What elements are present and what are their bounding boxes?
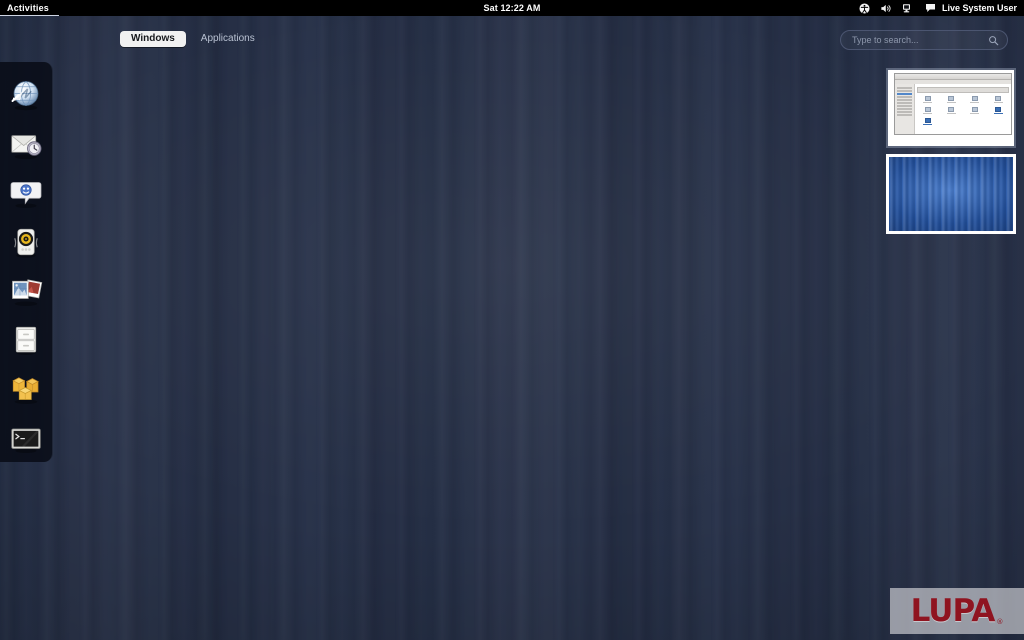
web-browser-icon: [11, 80, 39, 110]
chat-bubble-icon: [10, 181, 42, 208]
dash-item-terminal[interactable]: [4, 413, 48, 462]
user-menu-button[interactable]: Live System User: [925, 2, 1017, 14]
dash-item-file-manager[interactable]: [4, 315, 48, 364]
mini-window-body: [895, 84, 1011, 134]
clock-button[interactable]: Sat 12:22 AM: [484, 3, 541, 13]
dash: [0, 62, 53, 462]
photo-manager-icon: [12, 278, 43, 306]
search-icon: [988, 35, 999, 46]
mini-window-pathbar: [917, 87, 1009, 93]
activities-label: Activities: [7, 2, 50, 13]
mini-window-content: [915, 84, 1011, 134]
tab-applications[interactable]: Applications: [190, 31, 266, 47]
dash-item-photo-manager[interactable]: [4, 266, 48, 315]
workspace-thumbnails: [886, 68, 1020, 234]
package-manager-icon: [12, 376, 39, 404]
overview-background: [0, 16, 1024, 640]
search-input[interactable]: Type to search...: [840, 30, 1008, 50]
volume-icon[interactable]: [880, 2, 892, 14]
workspace-2-background: [889, 157, 1013, 231]
accessibility-icon[interactable]: [859, 2, 871, 14]
dash-item-music-player[interactable]: [4, 217, 48, 266]
workspace-thumbnail-2[interactable]: [886, 154, 1016, 234]
terminal-icon: [11, 428, 41, 453]
watermark-registered-mark: ®: [996, 618, 1004, 626]
user-name-label: Live System User: [941, 3, 1017, 13]
search-placeholder: Type to search...: [852, 34, 919, 45]
watermark-text: LUPA: [910, 592, 996, 629]
chat-icon: [925, 2, 937, 14]
gnome-shell-overview: Activities Sat 12:22 AM Live System User…: [0, 0, 1024, 640]
view-selector: Windows Applications: [120, 31, 266, 47]
lupa-watermark: LUPA ®: [890, 588, 1024, 634]
file-manager-icon: [15, 326, 37, 355]
dash-item-instant-messenger[interactable]: [4, 168, 48, 217]
activities-button[interactable]: Activities: [0, 0, 60, 16]
top-panel: Activities Sat 12:22 AM Live System User: [0, 0, 1024, 16]
system-status-area: Live System User: [859, 0, 1024, 16]
dash-item-email-client[interactable]: [4, 119, 48, 168]
workspace-1-window[interactable]: [894, 73, 1012, 135]
email-icon: [11, 134, 42, 159]
display-icon[interactable]: [901, 2, 913, 14]
mini-window-sidebar: [895, 84, 915, 134]
workspace-thumbnail-1[interactable]: [886, 68, 1016, 148]
tab-windows[interactable]: Windows: [120, 31, 186, 47]
dash-item-package-manager[interactable]: [4, 364, 48, 413]
dash-item-web-browser[interactable]: [4, 70, 48, 119]
mini-window-icon-grid: [917, 96, 1009, 126]
music-player-icon: [14, 228, 38, 258]
